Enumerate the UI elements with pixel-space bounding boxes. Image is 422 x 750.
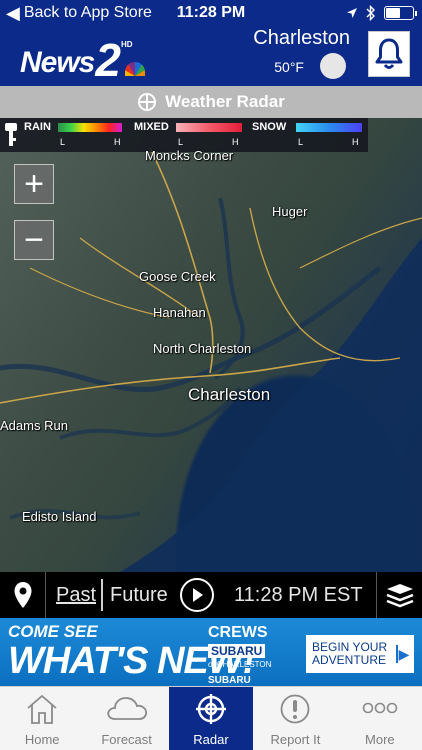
map-label-moncks-corner: Moncks Corner [145, 148, 234, 163]
map-label-adams-run: Adams Run [0, 418, 68, 433]
tab-label: Radar [193, 732, 229, 747]
tab-radar[interactable]: Radar [168, 687, 254, 750]
legend-snow-bar [296, 123, 362, 132]
crosshair-icon [138, 93, 157, 111]
ad-dealer-brand: SUBARU [208, 644, 266, 658]
zoom-out-button[interactable]: − [14, 220, 54, 260]
legend-snow-low: L [298, 137, 304, 147]
map-pin-icon [14, 582, 31, 608]
future-toggle[interactable]: Future [110, 584, 168, 607]
legend-snow-label: SNOW [252, 121, 287, 133]
legend-snow-high: H [352, 137, 359, 147]
cloud-icon [106, 697, 147, 720]
alert-icon [281, 694, 310, 724]
radar-timestamp: 11:28 PM EST [234, 584, 363, 606]
radar-legend: RAIN L H MIXED L H SNOW L H [0, 118, 368, 152]
map-label-huger: Huger [272, 204, 308, 219]
map-label-edisto-island: Edisto Island [22, 509, 97, 524]
key-icon [5, 123, 17, 146]
legend-rain-low: L [60, 137, 66, 147]
radar-title-bar: Weather Radar [0, 86, 422, 118]
legend-mixed-low: L [178, 137, 184, 147]
tab-label: More [365, 732, 395, 747]
tab-label: Home [24, 732, 60, 747]
radar-timeline-bar: Past Future 11:28 PM EST [0, 572, 422, 618]
location-arrow-icon [347, 8, 357, 18]
map-label-charleston: Charleston [188, 385, 271, 404]
current-temperature: 50°F [274, 59, 304, 75]
legend-mixed-label: MIXED [134, 121, 169, 133]
logo-news-text: News [20, 46, 95, 79]
battery-icon [384, 6, 417, 20]
more-icon [362, 702, 398, 714]
advertisement-banner[interactable]: COME SEE WHAT'S NEW! CREWS SUBARU of CHA… [0, 618, 422, 686]
tab-home[interactable]: Home [0, 687, 84, 750]
tab-report-it[interactable]: Report It [253, 687, 337, 750]
tab-label: Forecast [101, 732, 152, 747]
map-label-hanahan: Hanahan [153, 305, 206, 320]
legend-mixed-high: H [232, 137, 239, 147]
status-indicators [346, 5, 417, 21]
home-icon [27, 694, 57, 724]
tab-more[interactable]: More [338, 687, 422, 750]
layers-button[interactable] [376, 572, 422, 618]
ad-cta-label: BEGIN YOUR ADVENTURE [312, 640, 388, 667]
tab-bar: Home Forecast Radar Report It More [0, 686, 422, 750]
legend-rain-high: H [114, 137, 121, 147]
play-arrow-icon: ▶ [396, 645, 410, 663]
radar-icon [196, 694, 227, 724]
play-button[interactable] [180, 578, 214, 612]
radar-map[interactable]: RAIN L H MIXED L H SNOW L H Moncks Corne… [0, 118, 422, 572]
logo-number: 2 [95, 34, 121, 86]
layers-icon [386, 584, 413, 608]
weather-condition-icon [320, 53, 346, 79]
location-button[interactable] [0, 572, 46, 618]
ad-cta-button[interactable]: BEGIN YOUR ADVENTURE ▶ [306, 635, 414, 673]
legend-rain-bar [58, 123, 122, 132]
map-label-north-charleston: North Charleston [153, 341, 252, 356]
legend-mixed-bar [176, 123, 242, 132]
ad-dealer-location: of CHARLESTON [208, 660, 272, 669]
news2-logo: News 2 HD [20, 34, 145, 86]
peacock-logo-icon [124, 62, 145, 76]
past-toggle[interactable]: Past [56, 584, 96, 607]
status-bar: ◀ Back to App Store 11:28 PM [0, 0, 422, 28]
city-name[interactable]: Charleston [253, 27, 350, 50]
page-title: Weather Radar [165, 92, 285, 111]
timeline-divider [101, 579, 103, 611]
logo-hd: HD [120, 40, 133, 49]
ad-line1: COME SEE [8, 622, 98, 641]
play-icon [193, 588, 203, 602]
bluetooth-icon [366, 5, 375, 21]
map-label-goose-creek: Goose Creek [139, 269, 216, 284]
battery-fill [386, 8, 400, 18]
tab-forecast[interactable]: Forecast [84, 687, 168, 750]
ad-dealer-logo: CREWS SUBARU of CHARLESTON SUBARU [208, 624, 292, 686]
zoom-in-button[interactable]: + [14, 164, 54, 204]
notifications-button[interactable] [368, 31, 410, 77]
ad-dealer-name: CREWS [208, 624, 268, 641]
legend-rain-label: RAIN [24, 121, 51, 133]
tab-label: Report It [270, 732, 321, 747]
app-header: ◀ Back to App Store 11:28 PM News 2 HD C… [0, 0, 422, 86]
ad-brand-footer: SUBARU [208, 675, 251, 686]
bell-icon [375, 38, 403, 69]
